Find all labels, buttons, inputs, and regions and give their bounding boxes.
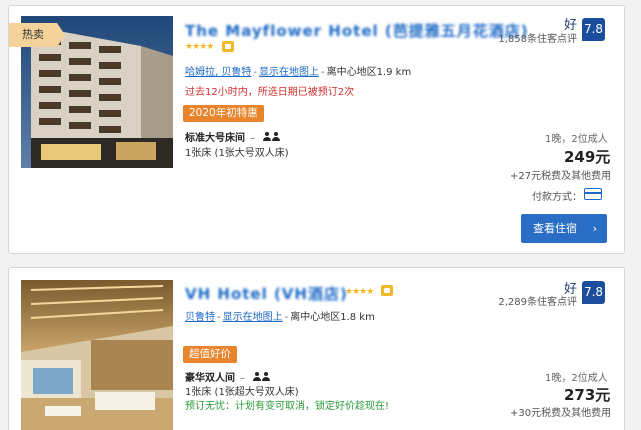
show-on-map-link[interactable]: 显示在地图上 (259, 67, 319, 78)
two-persons-icon (263, 132, 281, 144)
room-type-dash: – (250, 133, 255, 144)
view-stay-button[interactable]: 查看住宿 › (521, 214, 607, 243)
hotel-photo[interactable] (21, 280, 173, 430)
view-stay-label: 查看住宿 (533, 222, 577, 235)
hotel-card: 热卖 The Mayflower Hotel (芭提雅五月花酒店) ★★★★ 哈… (8, 5, 625, 254)
thumbs-up-icon (381, 285, 393, 296)
price: 249元 (564, 148, 611, 166)
room-type: 豪华双人间 – (185, 369, 271, 384)
deal-badge: 2020年初特惠 (183, 105, 264, 122)
room-type-label: 标准大号床间 (185, 133, 245, 144)
area-link[interactable]: 贝鲁特 (185, 312, 215, 323)
location-line: 哈姆拉, 贝鲁特 - 显示在地图上 - 离中心地区1.9 km (185, 67, 412, 78)
occupancy-info: 1晚，2位成人 (545, 373, 608, 384)
credit-card-icon (584, 188, 602, 200)
thumbs-up-icon (222, 41, 234, 52)
distance-text: 离中心地区1.8 km (290, 312, 375, 323)
review-count[interactable]: 1,858条住客点评 (479, 30, 577, 45)
area-link[interactable]: 哈姆拉, 贝鲁特 (185, 67, 251, 78)
payment-method-label: 付款方式： (532, 192, 582, 203)
star-rating: ★★★★ (345, 287, 374, 297)
tax-info: +27元税费及其他费用 (510, 171, 612, 182)
occupancy-info: 1晚，2位成人 (545, 134, 608, 145)
star-rating: ★★★★ (185, 42, 214, 52)
review-score: 7.8 (582, 281, 605, 304)
show-on-map-link[interactable]: 显示在地图上 (223, 312, 283, 323)
free-cancel-message: 预订无忧：计划有变可取消，锁定好价趁现在! (185, 401, 390, 412)
hotel-name-link[interactable]: VH Hotel (VH酒店) (185, 283, 348, 304)
deal-badge: 超值好价 (183, 346, 237, 363)
room-type: 标准大号床间 – (185, 129, 281, 144)
review-score: 7.8 (582, 18, 605, 41)
bed-info: 1张床 (1张大号双人床) (185, 148, 289, 159)
hotel-name-link[interactable]: The Mayflower Hotel (芭提雅五月花酒店) (185, 20, 529, 41)
hot-sale-ribbon: 热卖 (9, 23, 65, 47)
hotel-card: VH Hotel (VH酒店) ★★★★ 贝鲁特 - 显示在地图上 - 离中心地区1.8… (8, 267, 625, 430)
urgency-message: 过去12小时内，所选日期已被预订2次 (185, 87, 355, 98)
tax-info: +30元税费及其他费用 (510, 408, 612, 419)
price: 273元 (564, 386, 611, 404)
bed-info: 1张床 (1张超大号双人床) (185, 387, 299, 398)
location-line: 贝鲁特 - 显示在地图上 - 离中心地区1.8 km (185, 312, 375, 323)
chevron-right-icon: › (592, 222, 597, 235)
distance-text: 离中心地区1.9 km (326, 67, 412, 78)
review-count[interactable]: 2,289条住客点评 (479, 293, 577, 308)
